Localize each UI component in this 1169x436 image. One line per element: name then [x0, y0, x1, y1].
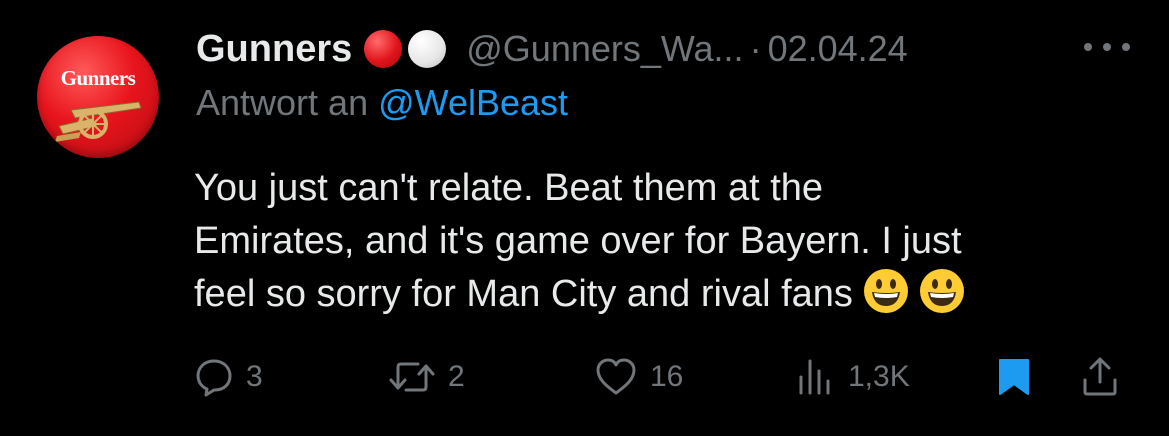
tweet[interactable]: Gunners Gunners @Gunners_Wa... · 02.04.2…: [0, 0, 1169, 436]
views-icon: [799, 359, 830, 395]
reply-mention-link[interactable]: @WelBeast: [378, 82, 568, 123]
reply-prefix: Antwort an: [196, 82, 369, 123]
cannon-logo-icon: [55, 101, 142, 142]
reply-button[interactable]: 3: [194, 350, 263, 404]
action-bar: 3 2 16 1,3K: [0, 350, 1169, 404]
tweet-line-with-emoji: feel so sorry for Man City and rival fan…: [194, 268, 1134, 321]
reply-context: Antwort an @WelBeast: [196, 82, 568, 124]
bookmark-button[interactable]: [996, 350, 1032, 404]
like-count: 16: [650, 360, 684, 393]
share-button[interactable]: [1080, 350, 1120, 404]
views-button[interactable]: 1,3K: [796, 350, 910, 404]
tweet-date[interactable]: 02.04.24: [768, 28, 908, 70]
white-circle-emoji: [408, 30, 447, 68]
tweet-header: Gunners @Gunners_Wa... · 02.04.24: [196, 22, 908, 76]
retweet-icon: [389, 362, 435, 392]
grinning-face-emoji: [863, 269, 908, 313]
heart-icon: [596, 358, 636, 395]
avatar[interactable]: Gunners: [37, 36, 159, 158]
retweet-count: 2: [448, 360, 465, 393]
tweet-line: Emirates, and it's game over for Bayern.…: [194, 220, 962, 262]
tweet-line: feel so sorry for Man City and rival fan…: [194, 273, 853, 315]
header-separator: ·: [749, 28, 762, 69]
views-count: 1,3K: [848, 360, 910, 393]
bookmark-icon: [999, 359, 1029, 395]
grinning-face-emoji: [919, 269, 964, 313]
user-handle[interactable]: @Gunners_Wa...: [466, 28, 743, 70]
retweet-button[interactable]: 2: [388, 350, 465, 404]
share-icon: [1083, 357, 1117, 396]
reply-icon: [196, 359, 232, 397]
tweet-line: You just can't relate. Beat them at the: [194, 167, 824, 209]
red-circle-emoji: [364, 30, 403, 68]
more-icon[interactable]: [1084, 36, 1130, 58]
reply-count: 3: [246, 360, 263, 393]
display-name[interactable]: Gunners: [196, 28, 352, 71]
name-emoji: [364, 30, 452, 68]
tweet-text: You just can't relate. Beat them at the …: [194, 162, 1134, 321]
avatar-logo-text: Gunners: [60, 66, 136, 90]
like-button[interactable]: 16: [594, 350, 683, 404]
